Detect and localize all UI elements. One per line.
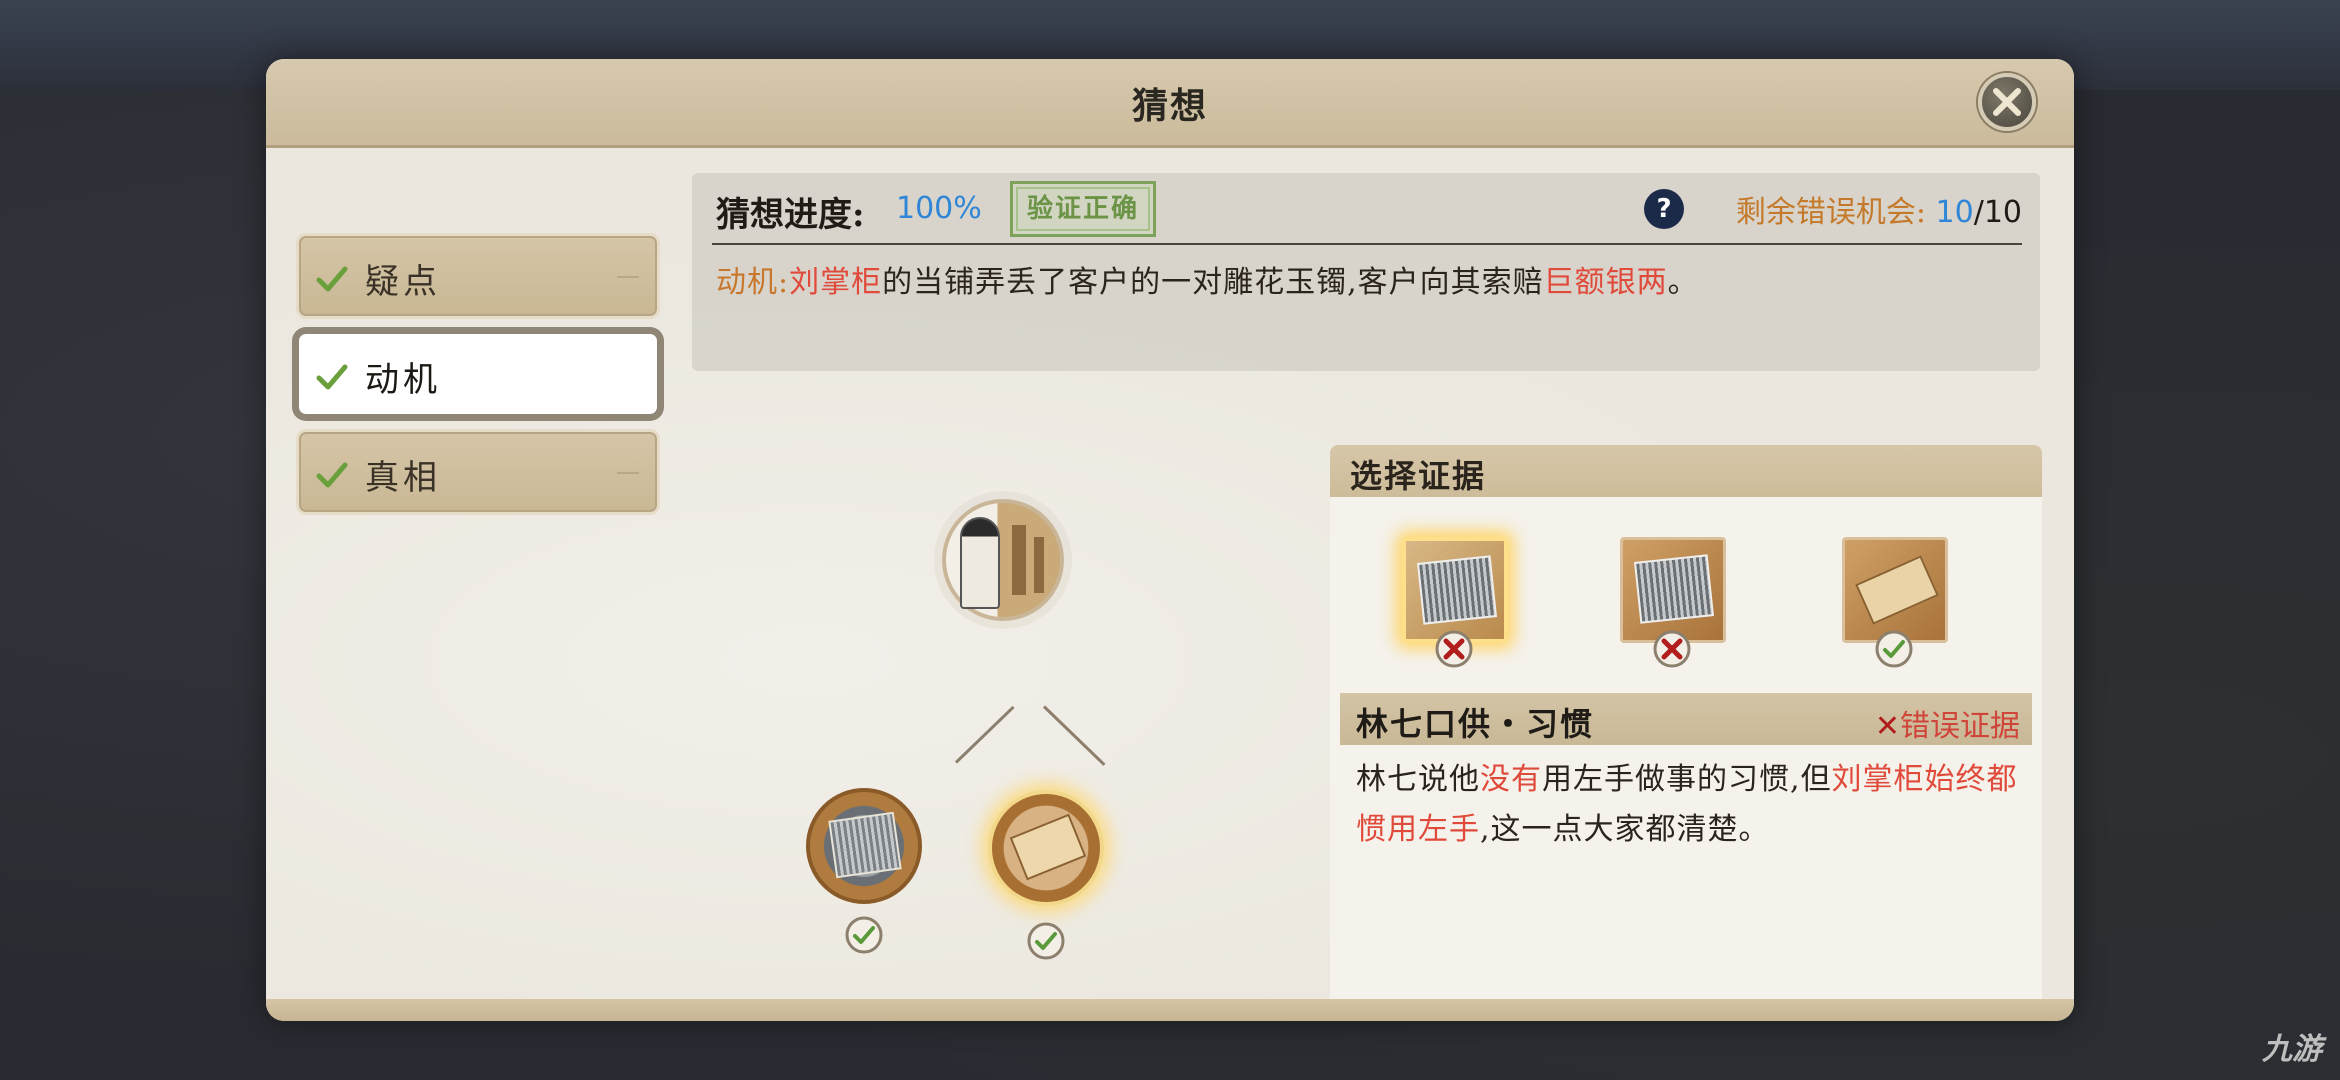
verified-stamp: 验证正确 xyxy=(1010,181,1156,237)
chances-current: 10 xyxy=(1935,195,1974,230)
document-stack-icon xyxy=(1633,554,1715,624)
evidence-panel: 选择证据 林七口供・习惯 ✕错误证据 林七说他没有用左手做事的习惯,但刘掌柜始终… xyxy=(1330,445,2042,1021)
evidence-item-3[interactable] xyxy=(1842,537,1948,643)
evidence-header: 选择证据 xyxy=(1330,445,2042,497)
verdict-label: 错误证据 xyxy=(1900,709,2020,744)
connector-line xyxy=(1042,705,1106,766)
paper-shape xyxy=(1009,813,1087,881)
progress-value: 100% xyxy=(896,191,982,226)
motive-end: 。 xyxy=(1667,265,1699,300)
testimony-title: 林七口供・习惯 xyxy=(1356,705,1595,743)
motive-text: 的当铺弄丢了客户的一对雕花玉镯,客户向其索赔 xyxy=(882,265,1544,300)
wrong-mark-icon xyxy=(1435,630,1473,668)
watermark-logo: 九游 xyxy=(2262,1032,2322,1067)
close-icon xyxy=(1993,88,2021,116)
chances-total: /10 xyxy=(1973,195,2022,230)
tab-label: 动机 xyxy=(365,360,441,400)
tower-shape xyxy=(1012,525,1026,595)
check-icon xyxy=(316,462,348,488)
divider xyxy=(712,243,2022,245)
check-circle-icon xyxy=(845,916,883,954)
remaining-chances: 剩余错误机会: 10/10 xyxy=(1736,187,2022,231)
motive-highlight: 巨额银两 xyxy=(1543,265,1668,300)
check-icon xyxy=(316,364,348,390)
scroll-icon xyxy=(1855,555,1939,625)
tab-label: 真相 xyxy=(365,458,441,498)
dialog-header: 猜想 xyxy=(266,59,2074,148)
scroll-icon[interactable] xyxy=(988,790,1104,906)
verdict-badge: ✕错误证据 xyxy=(1875,701,2020,745)
wrong-x-icon: ✕ xyxy=(1874,709,1900,744)
wrong-mark-icon xyxy=(1653,630,1691,668)
help-icon[interactable]: ? xyxy=(1644,189,1684,229)
testimony-part: 林七说他 xyxy=(1356,762,1480,797)
dialog-footer xyxy=(266,999,2074,1021)
guess-dialog: 猜想 疑点 动机 真相 猜想进度: 100% 验证正确 ? 剩余错误机会: 10… xyxy=(266,59,2074,1021)
tab-label: 疑点 xyxy=(365,262,441,302)
tab-decoration xyxy=(617,472,639,474)
check-circle-icon xyxy=(1027,922,1065,960)
paper-shape xyxy=(828,811,902,879)
connector-line xyxy=(954,705,1015,764)
testimony-text: 林七说他没有用左手做事的习惯,但刘掌柜始终都惯用左手,这一点大家都清楚。 xyxy=(1356,755,2026,855)
motive-prefix: 动机: xyxy=(716,265,790,300)
testimony-part: ,这一点大家都清楚。 xyxy=(1480,812,1770,847)
motive-name: 刘掌柜 xyxy=(789,265,883,300)
tab-truth[interactable]: 真相 xyxy=(296,429,660,515)
evidence-title: 选择证据 xyxy=(1350,457,1487,495)
tower-shape xyxy=(1034,537,1044,593)
dialog-title: 猜想 xyxy=(1131,85,1208,127)
close-button[interactable] xyxy=(1978,73,2036,131)
character-portrait-icon xyxy=(942,499,1064,621)
evidence-item-2[interactable] xyxy=(1620,537,1726,643)
testimony-header: 林七口供・习惯 ✕错误证据 xyxy=(1340,693,2032,745)
figure-shape xyxy=(960,517,1000,609)
testimony-part: 用左手做事的习惯,但 xyxy=(1542,762,1832,797)
chances-label: 剩余错误机会: xyxy=(1735,195,1926,230)
tab-motive[interactable]: 动机 xyxy=(296,331,660,417)
document-stack-icon[interactable] xyxy=(806,788,922,904)
tab-doubts[interactable]: 疑点 xyxy=(296,233,660,319)
check-circle-icon xyxy=(1875,630,1913,668)
testimony-highlight: 没有 xyxy=(1480,762,1542,797)
document-stack-icon xyxy=(1416,555,1498,625)
progress-panel: 猜想进度: 100% 验证正确 ? 剩余错误机会: 10/10 动机:刘掌柜的当… xyxy=(692,173,2040,371)
motive-statement: 动机:刘掌柜的当铺弄丢了客户的一对雕花玉镯,客户向其索赔巨额银两。 xyxy=(716,257,1699,301)
progress-label: 猜想进度: xyxy=(716,195,865,235)
evidence-item-1[interactable] xyxy=(1402,537,1508,643)
check-icon xyxy=(316,266,348,292)
dialog-body: 疑点 动机 真相 猜想进度: 100% 验证正确 ? 剩余错误机会: 10/10 xyxy=(266,151,2074,1021)
tab-decoration xyxy=(617,276,639,278)
